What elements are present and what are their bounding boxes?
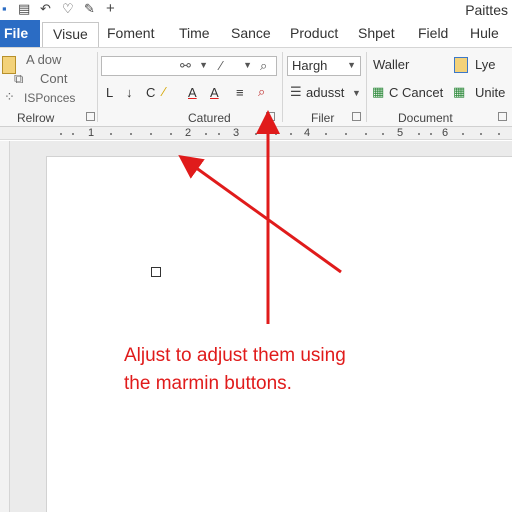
annotation-text: Aljust to adjust them using the marmin b… bbox=[124, 342, 444, 398]
annotation-line-1: Aljust to adjust them using bbox=[124, 345, 346, 366]
annotation-line-2: the marmin buttons. bbox=[124, 373, 292, 394]
diagonal-arrow bbox=[178, 154, 342, 274]
annotation-arrows bbox=[178, 110, 342, 324]
